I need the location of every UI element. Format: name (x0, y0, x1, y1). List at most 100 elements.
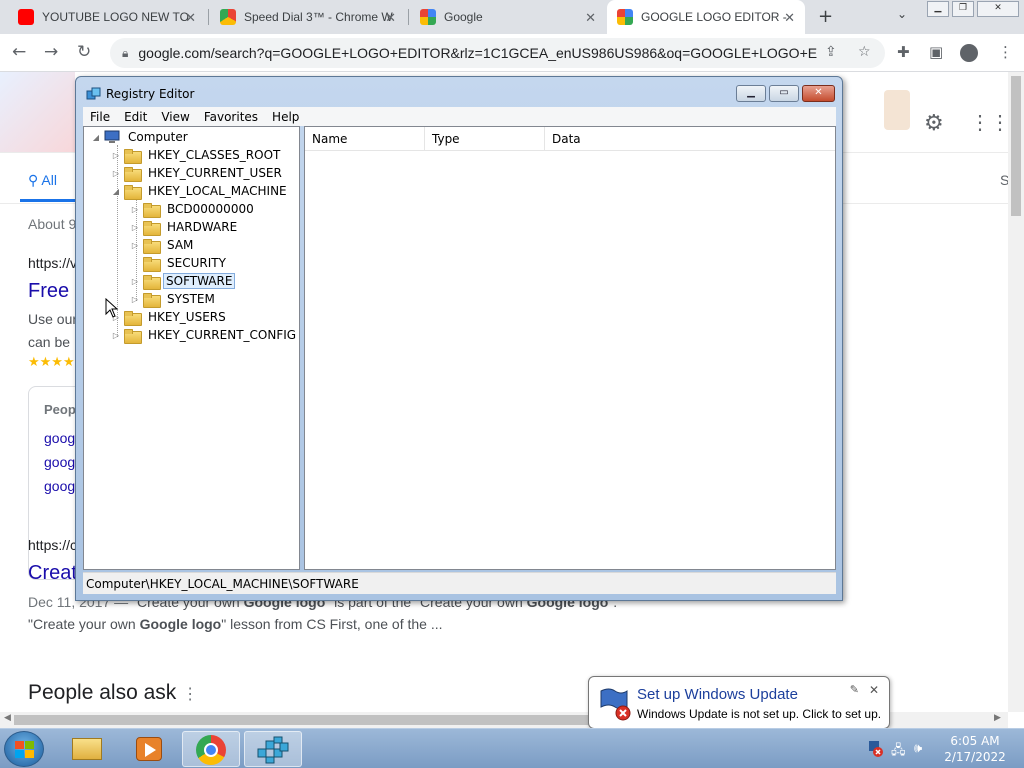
network-icon[interactable]: 🖧 (891, 741, 906, 763)
tab-label: Speed Dial 3™ - Chrome W (244, 10, 393, 24)
menu-file[interactable]: File (83, 110, 117, 124)
expand-arrow-icon[interactable]: ▷ (129, 223, 141, 232)
menu-edit[interactable]: Edit (117, 110, 154, 124)
taskbar-chrome[interactable] (182, 731, 240, 767)
folder-icon (143, 202, 161, 218)
close-tab-icon[interactable]: ✕ (385, 10, 396, 26)
tab-google-logo-editor[interactable]: GOOGLE LOGO EDITOR - G ✕ (607, 0, 805, 34)
minimize-button[interactable]: ▁ (736, 85, 766, 102)
maximize-button[interactable]: ❐ (952, 1, 974, 17)
result-url[interactable]: https://v (28, 255, 77, 271)
start-button[interactable] (4, 731, 44, 767)
minimize-button[interactable]: ▁ (927, 1, 949, 17)
tab-all[interactable]: ⚲ All (28, 172, 57, 189)
collapse-arrow-icon[interactable]: ◢ (110, 187, 122, 196)
result-title-link[interactable]: Creat (28, 562, 77, 585)
menu-help[interactable]: Help (265, 110, 306, 124)
tree-node-hkey-classes-root[interactable]: ▷ HKEY_CLASSES_ROOT (110, 146, 284, 164)
expand-arrow-icon[interactable]: ▷ (110, 169, 122, 178)
reload-icon[interactable]: ↻ (77, 42, 91, 62)
new-tab-button[interactable]: + (818, 6, 833, 27)
scroll-right-icon[interactable]: ▶ (994, 713, 1001, 723)
registry-values-pane[interactable]: Name Type Data (304, 126, 836, 570)
back-icon[interactable]: ← (12, 42, 26, 62)
menu-bar: File Edit View Favorites Help (83, 107, 836, 126)
options-icon[interactable]: ✎ (850, 683, 859, 696)
url-text[interactable]: google.com/search?q=GOOGLE+LOGO+EDITOR&r… (138, 45, 818, 61)
column-header-type[interactable]: Type (425, 127, 545, 151)
close-tab-icon[interactable]: ✕ (784, 10, 795, 26)
close-button[interactable]: ✕ (802, 85, 835, 102)
tree-node-hkey-users[interactable]: ▷ HKEY_USERS (110, 308, 230, 326)
menu-kebab-icon[interactable]: ⋮ (998, 43, 1013, 61)
result-url[interactable]: https://c (28, 537, 77, 553)
close-window-button[interactable]: ✕ (977, 1, 1019, 17)
notification-message[interactable]: Windows Update is not set up. Click to s… (637, 707, 881, 721)
speed-dial-icon (220, 9, 236, 25)
google-doodle-logo[interactable] (0, 72, 75, 152)
tree-node-hkey-current-user[interactable]: ▷ HKEY_CURRENT_USER (110, 164, 286, 182)
side-panel-icon[interactable]: ▣ (929, 43, 943, 61)
windows-logo-icon (15, 741, 34, 758)
address-bar[interactable]: 🔒︎ google.com/search?q=GOOGLE+LOGO+EDITO… (110, 38, 885, 68)
expand-arrow-icon[interactable]: ▷ (110, 331, 122, 340)
menu-favorites[interactable]: Favorites (197, 110, 265, 124)
windows-update-notification[interactable]: Set up Windows Update Windows Update is … (588, 676, 890, 739)
collapse-arrow-icon[interactable]: ◢ (90, 133, 102, 142)
bookmark-star-icon[interactable]: ☆ (858, 44, 871, 60)
column-header-data[interactable]: Data (545, 127, 835, 151)
people-box-link[interactable]: goog (44, 478, 75, 494)
menu-view[interactable]: View (154, 110, 196, 124)
taskbar-registry-editor[interactable] (244, 731, 302, 767)
tree-node-hkey-current-config[interactable]: ▷ HKEY_CURRENT_CONFIG (110, 326, 299, 344)
tree-node-bcd[interactable]: ▷ BCD00000000 (129, 200, 258, 218)
youtube-icon (18, 9, 34, 25)
tree-node-security[interactable]: SECURITY (129, 254, 230, 272)
expand-arrow-icon[interactable]: ▷ (129, 277, 141, 286)
tab-separator (208, 9, 209, 25)
more-options-icon[interactable]: ⋮ (182, 686, 198, 703)
folder-icon (143, 274, 161, 290)
expand-arrow-icon[interactable]: ▷ (110, 151, 122, 160)
expand-arrow-icon[interactable]: ▷ (129, 205, 141, 214)
action-center-alert-icon[interactable] (867, 739, 883, 757)
forward-icon[interactable]: → (44, 42, 58, 62)
close-tab-icon[interactable]: ✕ (185, 10, 196, 26)
tab-google[interactable]: Google ✕ (410, 0, 606, 34)
tree-node-software-selected[interactable]: ▷ SOFTWARE (129, 272, 236, 290)
people-box-link[interactable]: goog (44, 454, 75, 470)
close-notification-icon[interactable]: ✕ (869, 683, 879, 697)
window-title: Registry Editor (106, 87, 195, 101)
tree-node-system[interactable]: ▷ SYSTEM (129, 290, 219, 308)
tree-node-hardware[interactable]: ▷ HARDWARE (129, 218, 241, 236)
window-title-bar[interactable]: Registry Editor (86, 86, 194, 102)
expand-arrow-icon[interactable]: ▷ (129, 241, 141, 250)
tree-node-hkey-local-machine[interactable]: ◢ HKEY_LOCAL_MACHINE (110, 182, 291, 200)
people-box-link[interactable]: goog (44, 430, 75, 446)
settings-gear-icon[interactable]: ⚙ (924, 110, 944, 136)
rating-stars: ★★★★ (28, 354, 75, 369)
tree-node-sam[interactable]: ▷ SAM (129, 236, 197, 254)
column-header-name[interactable]: Name (305, 127, 425, 151)
expand-arrow-icon[interactable]: ▷ (129, 295, 141, 304)
result-title-link[interactable]: Free (28, 280, 69, 303)
system-clock[interactable]: 6:05 AM 2/17/2022 (935, 733, 1015, 765)
registry-tree-pane[interactable]: ◢ Computer ▷ HKEY_CLASSES_ROOT ▷ HKEY_CU… (83, 126, 300, 570)
tab-search-icon[interactable]: ⌄ (897, 7, 907, 21)
tab-youtube[interactable]: YOUTUBE LOGO NEW TO C ✕ (8, 0, 206, 34)
tab-speed-dial[interactable]: Speed Dial 3™ - Chrome W ✕ (210, 0, 406, 34)
media-player-icon (136, 737, 162, 761)
page-vertical-scrollbar[interactable] (1008, 72, 1024, 712)
extensions-icon[interactable]: ✚ (897, 43, 910, 61)
taskbar: 🖧 🕪 6:05 AM 2/17/2022 (0, 728, 1024, 768)
close-tab-icon[interactable]: ✕ (585, 10, 596, 26)
volume-icon[interactable]: 🕪 (914, 741, 922, 756)
share-icon[interactable]: ⇪ (825, 44, 837, 60)
taskbar-file-explorer[interactable] (58, 731, 116, 767)
notification-title[interactable]: Set up Windows Update (637, 686, 798, 703)
taskbar-media-player[interactable] (120, 731, 178, 767)
profile-avatar-icon[interactable] (960, 44, 978, 62)
scroll-left-icon[interactable]: ◀ (4, 713, 11, 723)
maximize-button[interactable]: ▭ (769, 85, 799, 102)
tree-node-computer[interactable]: ◢ Computer (90, 128, 192, 146)
